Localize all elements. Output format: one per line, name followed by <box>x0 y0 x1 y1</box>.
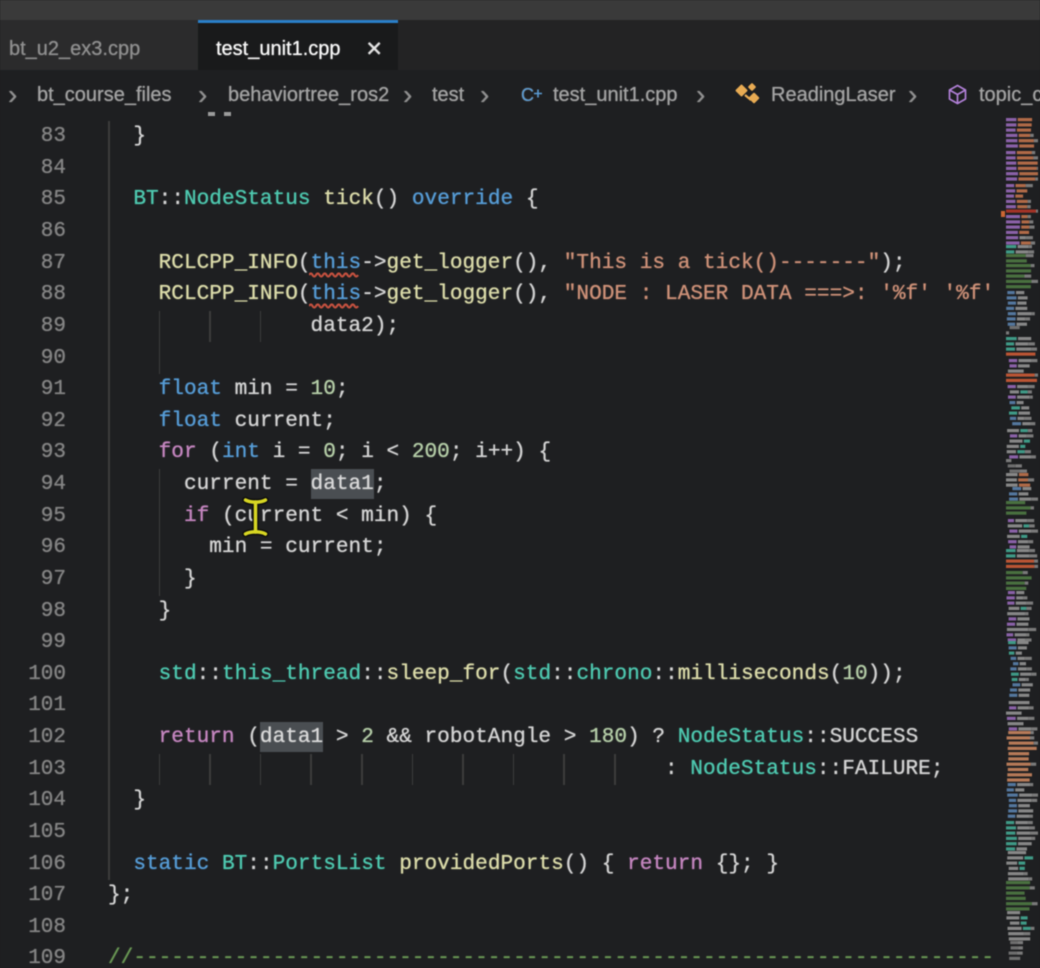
svg-text:C: C <box>521 85 534 105</box>
